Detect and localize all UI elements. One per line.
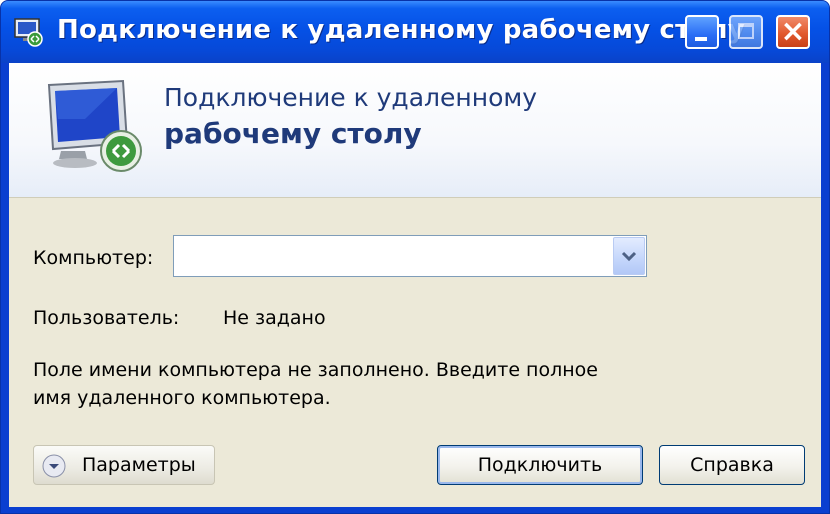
- computer-label: Компьютер:: [33, 247, 154, 269]
- remote-desktop-monitor-icon: [47, 79, 142, 172]
- message-line2: имя удаленного компьютера.: [33, 387, 331, 409]
- banner: Подключение к удаленному рабочему столу: [9, 63, 821, 198]
- window-title: Подключение к удаленному рабочему столу: [57, 15, 745, 45]
- message-line1: Поле имени компьютера не заполнено. Введ…: [33, 359, 598, 381]
- maximize-icon: [738, 23, 754, 39]
- remote-desktop-icon: [14, 18, 43, 47]
- connect-button[interactable]: Подключить: [437, 445, 643, 485]
- rdp-window: Подключение к удаленному рабочему столу …: [0, 0, 830, 514]
- title-bar[interactable]: Подключение к удаленному рабочему столу …: [1, 1, 829, 63]
- params-button[interactable]: Параметры: [33, 445, 215, 485]
- banner-title-line2: рабочему столу: [164, 117, 422, 150]
- computer-combobox[interactable]: [173, 235, 647, 277]
- close-button[interactable]: ×: [776, 14, 810, 49]
- computer-dropdown-button[interactable]: [613, 237, 645, 275]
- computer-input[interactable]: [174, 236, 604, 276]
- chevron-down-circle-icon: [42, 454, 66, 478]
- maximize-button[interactable]: [729, 15, 763, 49]
- dialog-body: Подключение к удаленному рабочему столу …: [9, 63, 821, 507]
- user-label: Пользователь:: [33, 307, 180, 329]
- help-button[interactable]: Справка: [659, 445, 805, 485]
- user-value: Не задано: [223, 307, 326, 329]
- minimize-icon: [695, 37, 707, 41]
- minimize-button[interactable]: [685, 15, 719, 49]
- chevron-down-icon: [621, 251, 637, 262]
- close-icon: ×: [780, 14, 806, 49]
- params-label: Параметры: [82, 454, 196, 476]
- banner-title-line1: Подключение к удаленному: [164, 83, 538, 112]
